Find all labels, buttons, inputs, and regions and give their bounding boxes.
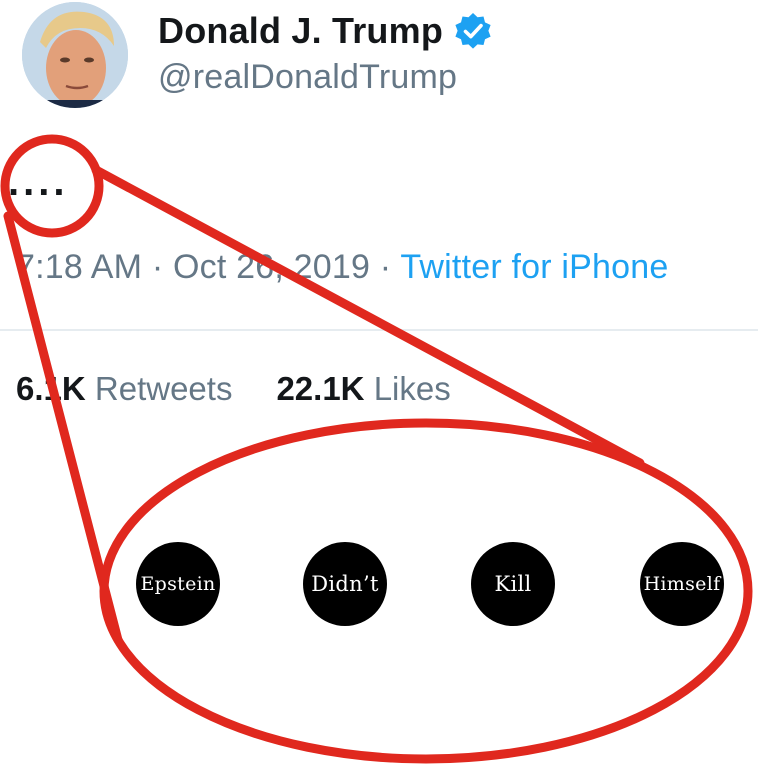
display-name[interactable]: Donald J. Trump <box>158 10 443 52</box>
tweet-text: .... <box>8 160 69 204</box>
divider <box>0 329 758 331</box>
retweets-count: 6.1K <box>16 370 86 407</box>
tweet-time[interactable]: 7:18 AM <box>16 248 142 286</box>
callout-line-top <box>91 165 645 468</box>
meta-separator: · <box>379 248 392 286</box>
retweets-stat[interactable]: 6.1K Retweets <box>16 370 232 407</box>
likes-stat[interactable]: 22.1K Likes <box>276 370 450 407</box>
annotation-word-dot: Epstein <box>136 542 220 626</box>
avatar[interactable] <box>22 2 128 108</box>
profile-photo-icon <box>22 2 128 108</box>
user-handle[interactable]: @realDonaldTrump <box>158 58 457 97</box>
retweets-label: Retweets <box>94 370 233 407</box>
verified-badge-icon <box>455 13 491 49</box>
tweet-stats: 6.1K Retweets 22.1K Likes <box>16 370 451 408</box>
tweet-source-link[interactable]: Twitter for iPhone <box>400 248 668 286</box>
tweet-date[interactable]: Oct 26, 2019 <box>173 248 370 286</box>
likes-count: 22.1K <box>276 370 365 407</box>
tweet-meta: 7:18 AM · Oct 26, 2019 · Twitter for iPh… <box>16 248 669 287</box>
display-name-row[interactable]: Donald J. Trump <box>158 8 493 54</box>
likes-label: Likes <box>373 370 451 407</box>
meta-separator: · <box>151 248 164 286</box>
annotation-word-dot: Kill <box>471 542 555 626</box>
annotation-word-dot: Himself <box>640 542 724 626</box>
annotation-word-dot: Didn’t <box>303 542 387 626</box>
